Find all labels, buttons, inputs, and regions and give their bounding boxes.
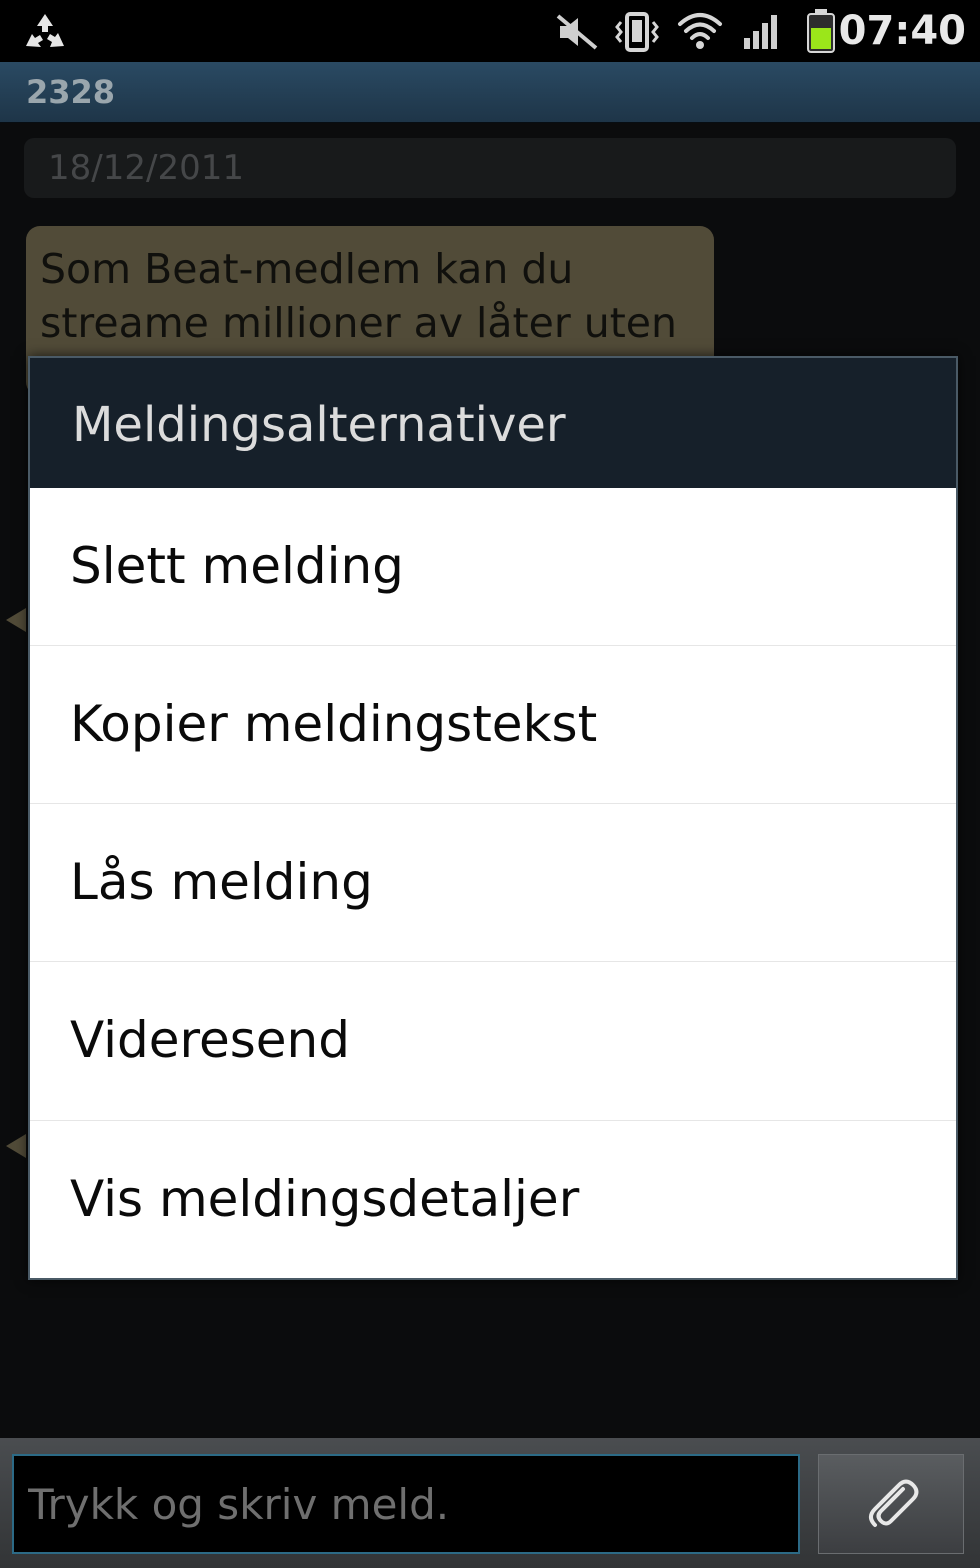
message-options-dialog: Meldingsalternativer Slett melding Kopie…	[28, 356, 958, 1280]
vibrate-icon	[614, 10, 660, 58]
paperclip-icon	[863, 1475, 921, 1537]
conversation-title: 2328	[26, 73, 116, 111]
mute-icon	[556, 12, 598, 56]
attach-button[interactable]	[818, 1454, 964, 1554]
battery-icon	[806, 8, 836, 58]
menu-item-view-message-details[interactable]: Vis meldingsdetaljer	[30, 1120, 956, 1277]
menu-item-copy-message-text[interactable]: Kopier meldingstekst	[30, 645, 956, 802]
menu-item-label: Vis meldingsdetaljer	[70, 1170, 580, 1228]
dialog-title: Meldingsalternativer	[72, 397, 566, 453]
menu-item-forward[interactable]: Videresend	[30, 961, 956, 1118]
menu-item-label: Kopier meldingstekst	[70, 695, 598, 753]
menu-item-label: Lås melding	[70, 853, 373, 911]
menu-item-label: Slett melding	[70, 537, 404, 595]
menu-item-lock-message[interactable]: Lås melding	[30, 803, 956, 960]
menu-item-label: Videresend	[70, 1011, 350, 1069]
dialog-header: Meldingsalternativer	[30, 358, 956, 488]
status-bar: 07:40	[0, 0, 980, 62]
menu-item-delete-message[interactable]: Slett melding	[30, 488, 956, 645]
composer-bar	[0, 1438, 980, 1568]
clock: 07:40	[838, 8, 966, 54]
wifi-icon	[676, 10, 724, 54]
conversation-header: 2328	[0, 62, 980, 123]
message-input[interactable]	[12, 1454, 800, 1554]
signal-icon	[742, 14, 782, 54]
recycle-icon	[22, 12, 68, 56]
